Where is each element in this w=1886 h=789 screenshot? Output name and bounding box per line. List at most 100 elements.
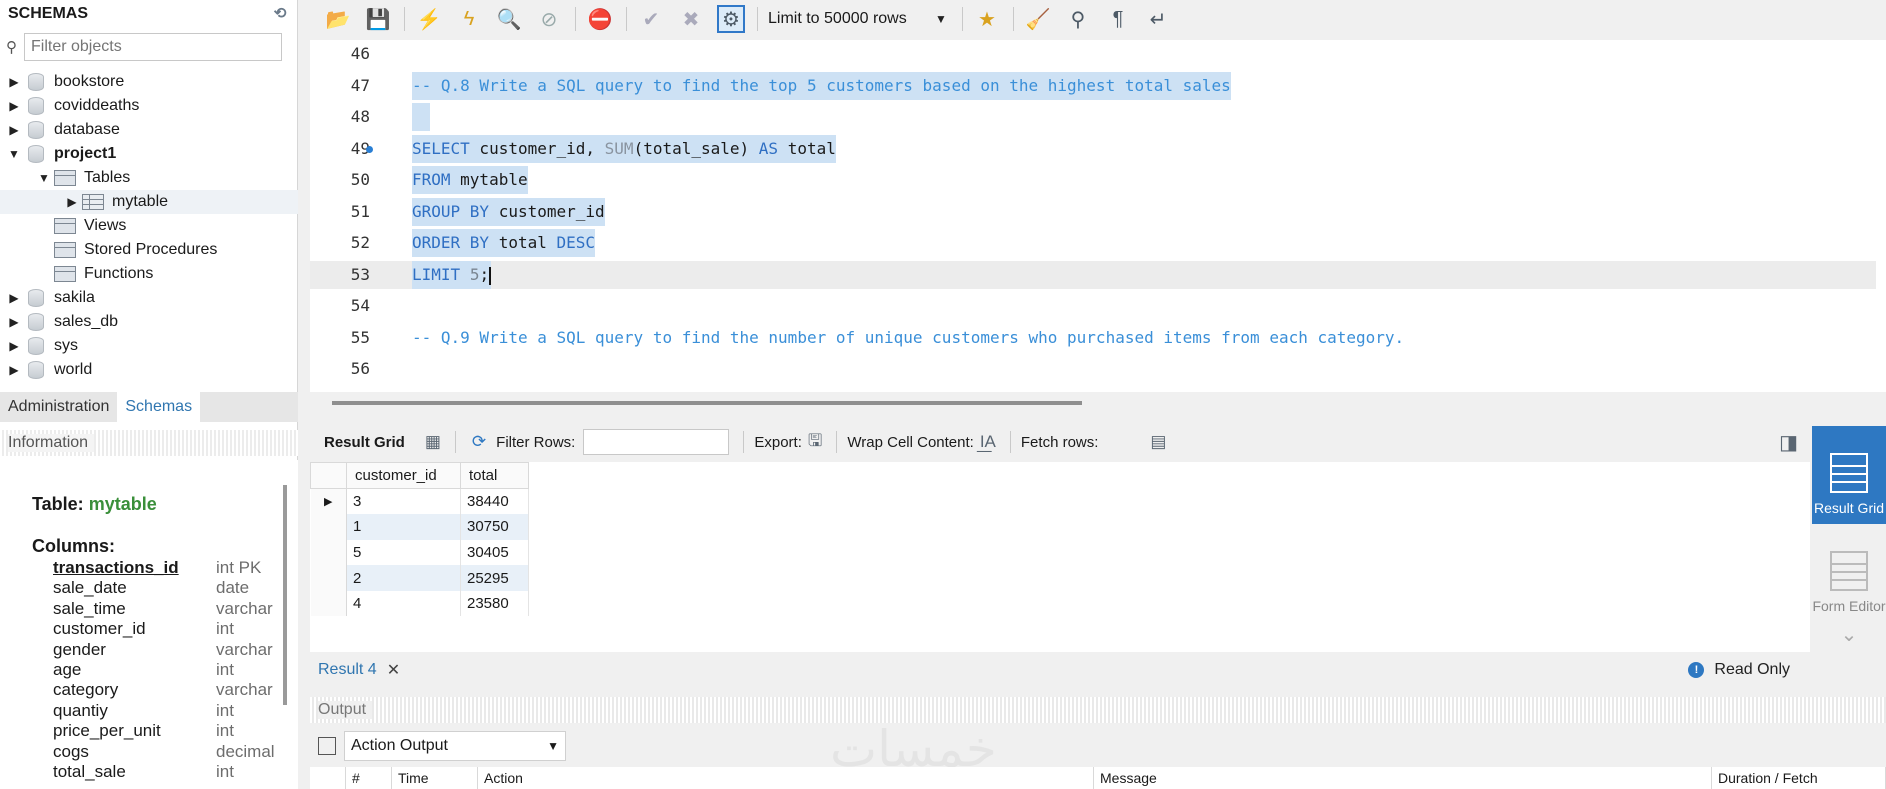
info-scrollbar[interactable] xyxy=(283,485,287,705)
editor-line: 50 FROM mytable xyxy=(310,166,1876,194)
expand-arrow-icon[interactable]: ▶ xyxy=(8,315,20,329)
toggle-panel-icon[interactable]: ◨ xyxy=(1779,430,1798,455)
refresh-icon[interactable]: ⟲ xyxy=(270,6,290,22)
form-editor-button[interactable]: Form Editor xyxy=(1812,524,1886,622)
column-header[interactable]: customer_id xyxy=(346,462,461,489)
output-col-header[interactable]: Action xyxy=(478,767,1094,789)
output-col-header[interactable]: Duration / Fetch xyxy=(1712,767,1886,789)
line-number: 47 xyxy=(350,76,370,95)
expand-arrow-icon[interactable]: ▶ xyxy=(66,195,78,209)
copy-icon[interactable] xyxy=(318,737,336,755)
chevron-down-icon[interactable]: ⌄ xyxy=(1812,622,1886,647)
wrap-cell-icon[interactable]: I͟A xyxy=(980,432,996,452)
result-grid-view-button[interactable]: Result Grid xyxy=(1812,426,1886,524)
editor-horizontal-scrollbar[interactable] xyxy=(332,401,1082,405)
collapse-arrow-icon[interactable]: ▼ xyxy=(38,171,50,185)
schema-item-world[interactable]: ▶ world xyxy=(0,358,298,382)
word-wrap-icon[interactable]: ↵ xyxy=(1144,5,1172,33)
navigator-title: SCHEMAS xyxy=(8,5,89,22)
output-col-header[interactable]: # xyxy=(346,767,392,789)
filter-objects-input[interactable] xyxy=(24,33,282,61)
result-grid[interactable]: customer_id total ▶ 3 38440 1 30750 5 30… xyxy=(310,462,1810,652)
table-row[interactable]: 2 25295 xyxy=(310,565,529,591)
table-cell[interactable]: 4 xyxy=(346,590,461,617)
tree-item-functions[interactable]: Functions xyxy=(0,262,298,286)
table-cell[interactable]: 3 xyxy=(346,488,461,515)
limit-label: Limit to 50000 rows xyxy=(768,10,907,27)
table-cell[interactable]: 1 xyxy=(346,514,461,540)
tab-schemas[interactable]: Schemas xyxy=(117,392,201,422)
table-row[interactable]: ▶ 3 38440 xyxy=(310,488,529,515)
schema-item-sys[interactable]: ▶ sys xyxy=(0,334,298,358)
output-col-header[interactable]: Time xyxy=(392,767,478,789)
tree-label: Stored Procedures xyxy=(84,241,218,258)
expand-arrow-icon[interactable]: ▶ xyxy=(8,363,20,377)
line-number: 50 xyxy=(350,170,370,189)
tab-administration[interactable]: Administration xyxy=(0,392,117,422)
table-cell[interactable]: 38440 xyxy=(460,488,529,515)
collapse-arrow-icon[interactable]: ▼ xyxy=(8,147,20,161)
database-icon xyxy=(28,361,44,379)
table-cell[interactable]: 5 xyxy=(346,539,461,566)
toolbar-separator xyxy=(1013,7,1014,31)
database-icon xyxy=(28,97,44,115)
commit-icon[interactable]: ✔ xyxy=(637,5,665,33)
table-cell[interactable]: 30405 xyxy=(460,539,529,566)
expand-arrow-icon[interactable]: ▶ xyxy=(8,75,20,89)
table-cell[interactable]: 25295 xyxy=(460,565,529,591)
table-cell[interactable]: 30750 xyxy=(460,514,529,540)
refresh-icon[interactable]: ⟳ xyxy=(472,432,486,452)
expand-arrow-icon[interactable]: ▶ xyxy=(8,123,20,137)
expand-arrow-icon[interactable]: ▶ xyxy=(8,291,20,305)
execute-icon[interactable]: ⚡ xyxy=(415,5,443,33)
tree-item-mytable[interactable]: ▶ mytable xyxy=(0,190,298,214)
output-type-select[interactable]: Action Output ▼ xyxy=(344,731,566,761)
stop-on-error-icon[interactable]: ⛔ xyxy=(586,5,614,33)
close-icon[interactable]: ✕ xyxy=(387,660,400,680)
schema-item-sales-db[interactable]: ▶ sales_db xyxy=(0,310,298,334)
filter-rows-input[interactable] xyxy=(583,429,730,455)
column-type: int PK xyxy=(216,558,262,577)
add-snippet-icon[interactable]: ★ xyxy=(973,5,1001,33)
explain-icon[interactable]: 🔍 xyxy=(495,5,523,33)
table-row[interactable]: 4 23580 xyxy=(310,590,529,617)
beautify-icon[interactable]: 🧹 xyxy=(1024,5,1052,33)
rollback-icon[interactable]: ✖ xyxy=(677,5,705,33)
grid-layout-icon[interactable]: ▦ xyxy=(425,432,441,452)
save-icon[interactable]: 💾 xyxy=(364,5,392,33)
column-header[interactable]: total xyxy=(460,462,529,489)
expand-arrow-icon[interactable]: ▶ xyxy=(8,99,20,113)
schema-item-sakila[interactable]: ▶ sakila xyxy=(0,286,298,310)
column-type: varchar xyxy=(216,598,273,618)
column-type: varchar xyxy=(216,680,273,700)
column-row: category varchar xyxy=(53,680,283,700)
find-icon[interactable]: ⚲ xyxy=(1064,5,1092,33)
open-file-icon[interactable]: 📂 xyxy=(324,5,352,33)
stop-icon[interactable]: ⊘ xyxy=(535,5,563,33)
header-row: customer_id total xyxy=(310,462,529,489)
schema-item-project1[interactable]: ▼ project1 xyxy=(0,142,298,166)
table-cell[interactable]: 2 xyxy=(346,565,461,591)
limit-rows-select[interactable]: Limit to 50000 rows ▼ xyxy=(768,5,948,33)
tree-item-views[interactable]: Views xyxy=(0,214,298,238)
expand-arrow-icon[interactable]: ▶ xyxy=(8,339,20,353)
output-col-header[interactable]: Message xyxy=(1094,767,1712,789)
schema-item-database[interactable]: ▶ database xyxy=(0,118,298,142)
export-icon[interactable]: 🖫 xyxy=(808,428,822,457)
execute-current-icon[interactable]: ϟ xyxy=(455,5,483,33)
tab-result-4[interactable]: Result 4 ✕ xyxy=(310,654,409,686)
schema-item-coviddeaths[interactable]: ▶ coviddeaths xyxy=(0,94,298,118)
result-grid-tab[interactable]: Result Grid xyxy=(324,434,405,451)
schema-item-bookstore[interactable]: ▶ bookstore xyxy=(0,70,298,94)
table-row[interactable]: 1 30750 xyxy=(310,514,529,540)
fetch-rows-icon[interactable]: ▤ xyxy=(1150,432,1166,452)
autocommit-toggle-icon[interactable]: ⚙ xyxy=(717,5,745,33)
sql-editor[interactable]: 46 47 -- Q.8 Write a SQL query to find t… xyxy=(310,40,1886,405)
table-row[interactable]: 5 30405 xyxy=(310,539,529,566)
table-cell[interactable]: 23580 xyxy=(460,590,529,617)
schema-label: database xyxy=(54,121,120,138)
invisible-chars-icon[interactable]: ¶ xyxy=(1104,5,1132,33)
tree-item-tables[interactable]: ▼ Tables xyxy=(0,166,298,190)
column-name: category xyxy=(53,680,119,700)
tree-item-stored-procedures[interactable]: Stored Procedures xyxy=(0,238,298,262)
